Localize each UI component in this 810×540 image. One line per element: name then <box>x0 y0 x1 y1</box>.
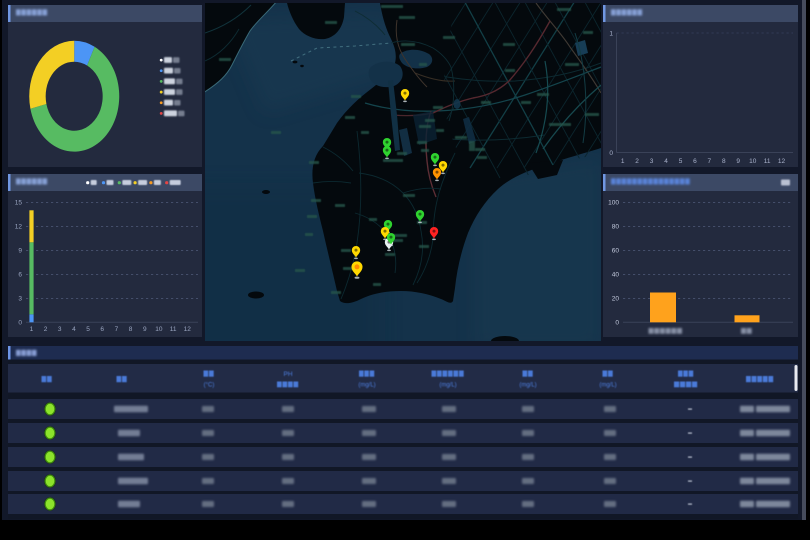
svg-text:80: 80 <box>612 224 620 231</box>
svg-text:7: 7 <box>115 326 119 333</box>
svg-text:1: 1 <box>609 31 613 38</box>
svg-text:12: 12 <box>184 326 192 333</box>
svg-text:10: 10 <box>155 326 163 333</box>
svg-text:(°C): (°C) <box>204 383 215 389</box>
svg-text:0: 0 <box>609 150 613 157</box>
svg-text:PH: PH <box>283 371 292 378</box>
svg-text:(mg/L): (mg/L) <box>519 383 536 389</box>
svg-text:9: 9 <box>18 248 22 255</box>
svg-text:6: 6 <box>18 272 22 279</box>
svg-text:3: 3 <box>58 326 62 333</box>
svg-text:8: 8 <box>129 326 133 333</box>
svg-text:5: 5 <box>86 326 90 333</box>
svg-text:12: 12 <box>15 224 23 231</box>
svg-text:11: 11 <box>170 326 177 333</box>
svg-text:2: 2 <box>635 158 639 165</box>
svg-text:12: 12 <box>778 158 786 165</box>
svg-text:4: 4 <box>72 326 76 333</box>
svg-text:0: 0 <box>615 320 619 327</box>
svg-text:2: 2 <box>44 326 48 333</box>
svg-text:10: 10 <box>749 158 757 165</box>
svg-text:40: 40 <box>612 272 620 279</box>
svg-text:5: 5 <box>679 158 683 165</box>
svg-text:9: 9 <box>736 158 740 165</box>
svg-text:60: 60 <box>612 248 620 255</box>
svg-text:9: 9 <box>143 326 147 333</box>
svg-text:11: 11 <box>764 158 771 165</box>
svg-text:15: 15 <box>15 200 23 207</box>
svg-text:1: 1 <box>30 326 34 333</box>
svg-text:6: 6 <box>100 326 104 333</box>
svg-text:(mg/L): (mg/L) <box>358 383 375 389</box>
svg-text:1: 1 <box>621 158 625 165</box>
svg-text:3: 3 <box>650 158 654 165</box>
svg-text:6: 6 <box>693 158 697 165</box>
svg-text:8: 8 <box>722 158 726 165</box>
svg-text:7: 7 <box>707 158 711 165</box>
svg-text:20: 20 <box>612 296 620 303</box>
svg-text:(mg/L): (mg/L) <box>599 383 616 389</box>
svg-text:(mg/L): (mg/L) <box>439 383 456 389</box>
svg-text:3: 3 <box>18 296 22 303</box>
svg-text:4: 4 <box>664 158 668 165</box>
svg-text:100: 100 <box>608 200 619 207</box>
svg-text:0: 0 <box>18 320 22 327</box>
